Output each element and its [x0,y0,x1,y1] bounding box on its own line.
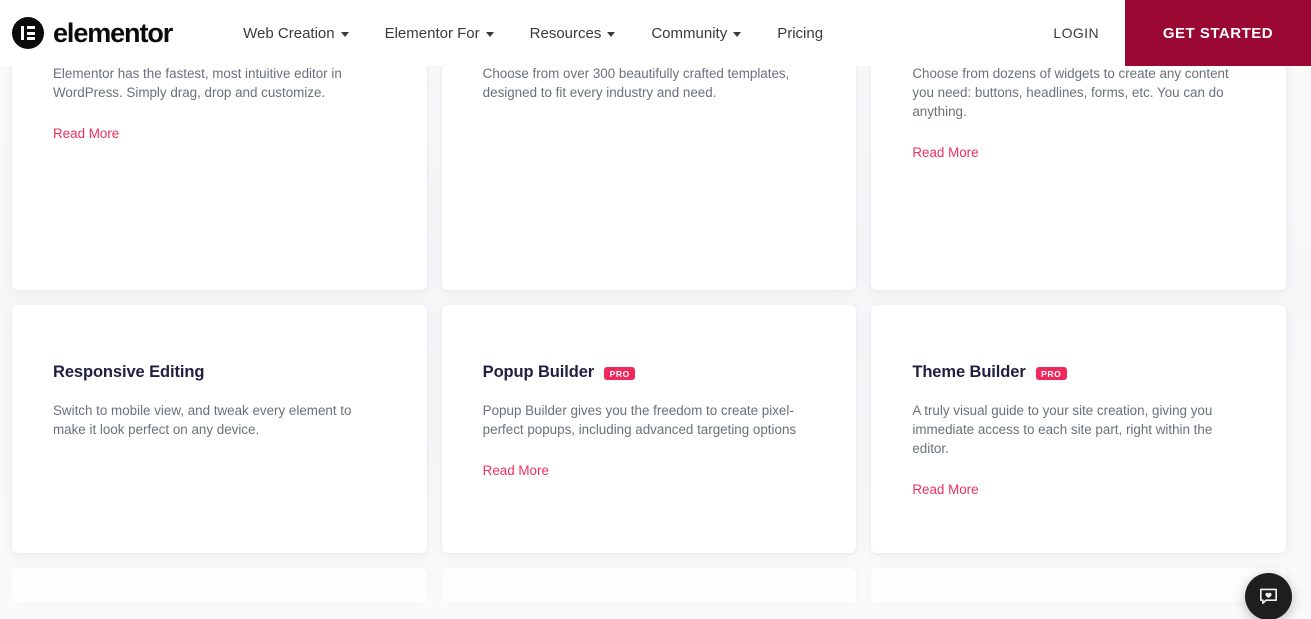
chat-bubble-heart-icon [1260,588,1277,605]
main-navigation: Web Creation Elementor For Resources Com… [225,0,841,66]
read-more-link[interactable]: Read More [912,145,978,160]
card-heading: Popup Builder [482,363,595,381]
read-more-link[interactable]: Read More [483,463,549,478]
brand-logo[interactable]: elementor [12,0,173,66]
card-heading: Theme Builder [912,363,1026,381]
chevron-down-icon [485,31,494,37]
pro-badge: PRO [1035,367,1067,381]
nav-label: Pricing [777,24,824,42]
header-actions: LOGIN GET STARTED [1027,0,1311,66]
read-more-link[interactable]: Read More [912,482,978,497]
feature-card-peek[interactable] [441,568,857,602]
feature-card-popup-builder[interactable]: Popup Builder PRO Popup Builder gives yo… [441,305,857,553]
card-description: A truly visual guide to your site creati… [912,402,1213,457]
feature-cards-grid: Drag & Drop Editor Elementor has the fas… [12,0,1287,602]
card-description: Switch to mobile view, and tweak every e… [53,402,352,437]
feature-row-2: Responsive Editing Switch to mobile view… [12,305,1287,553]
login-link[interactable]: LOGIN [1027,25,1125,41]
nav-item-web-creation[interactable]: Web Creation [225,0,366,66]
chevron-down-icon [733,31,742,37]
card-title: Theme Builder PRO [912,363,1246,383]
nav-item-pricing[interactable]: Pricing [759,0,841,66]
get-started-button[interactable]: GET STARTED [1125,0,1311,66]
card-description: Elementor has the fastest, most intuitiv… [53,65,342,100]
brand-name: elementor [53,17,173,48]
nav-item-elementor-for[interactable]: Elementor For [367,0,512,66]
nav-label: Web Creation [243,24,335,42]
chat-widget-button[interactable] [1245,573,1292,619]
chevron-down-icon [340,31,349,37]
feature-card-peek[interactable] [871,568,1287,602]
read-more-link[interactable]: Read More [53,126,119,141]
card-description: Choose from dozens of widgets to create … [912,65,1229,120]
page-root: elementor Web Creation Elementor For Res… [0,0,1311,619]
feature-card-peek[interactable] [12,568,427,602]
feature-row-3-peek [12,568,1287,602]
feature-card-responsive-editing[interactable]: Responsive Editing Switch to mobile view… [12,305,427,553]
card-title: Responsive Editing [53,363,387,383]
card-description: Choose from over 300 beautifully crafted… [482,65,790,100]
site-header: elementor Web Creation Elementor For Res… [0,0,1311,66]
nav-label: Community [651,24,728,42]
chevron-down-icon [607,31,616,37]
elementor-logo-icon [12,17,44,49]
feature-card-theme-builder[interactable]: Theme Builder PRO A truly visual guide t… [871,305,1287,553]
card-title: Popup Builder PRO [483,363,817,383]
card-description: Popup Builder gives you the freedom to c… [482,402,797,437]
pro-badge: PRO [604,367,636,381]
nav-item-community[interactable]: Community [633,0,759,66]
nav-label: Resources [529,24,602,42]
nav-item-resources[interactable]: Resources [512,0,634,66]
nav-label: Elementor For [384,24,480,42]
card-heading: Responsive Editing [53,363,205,381]
